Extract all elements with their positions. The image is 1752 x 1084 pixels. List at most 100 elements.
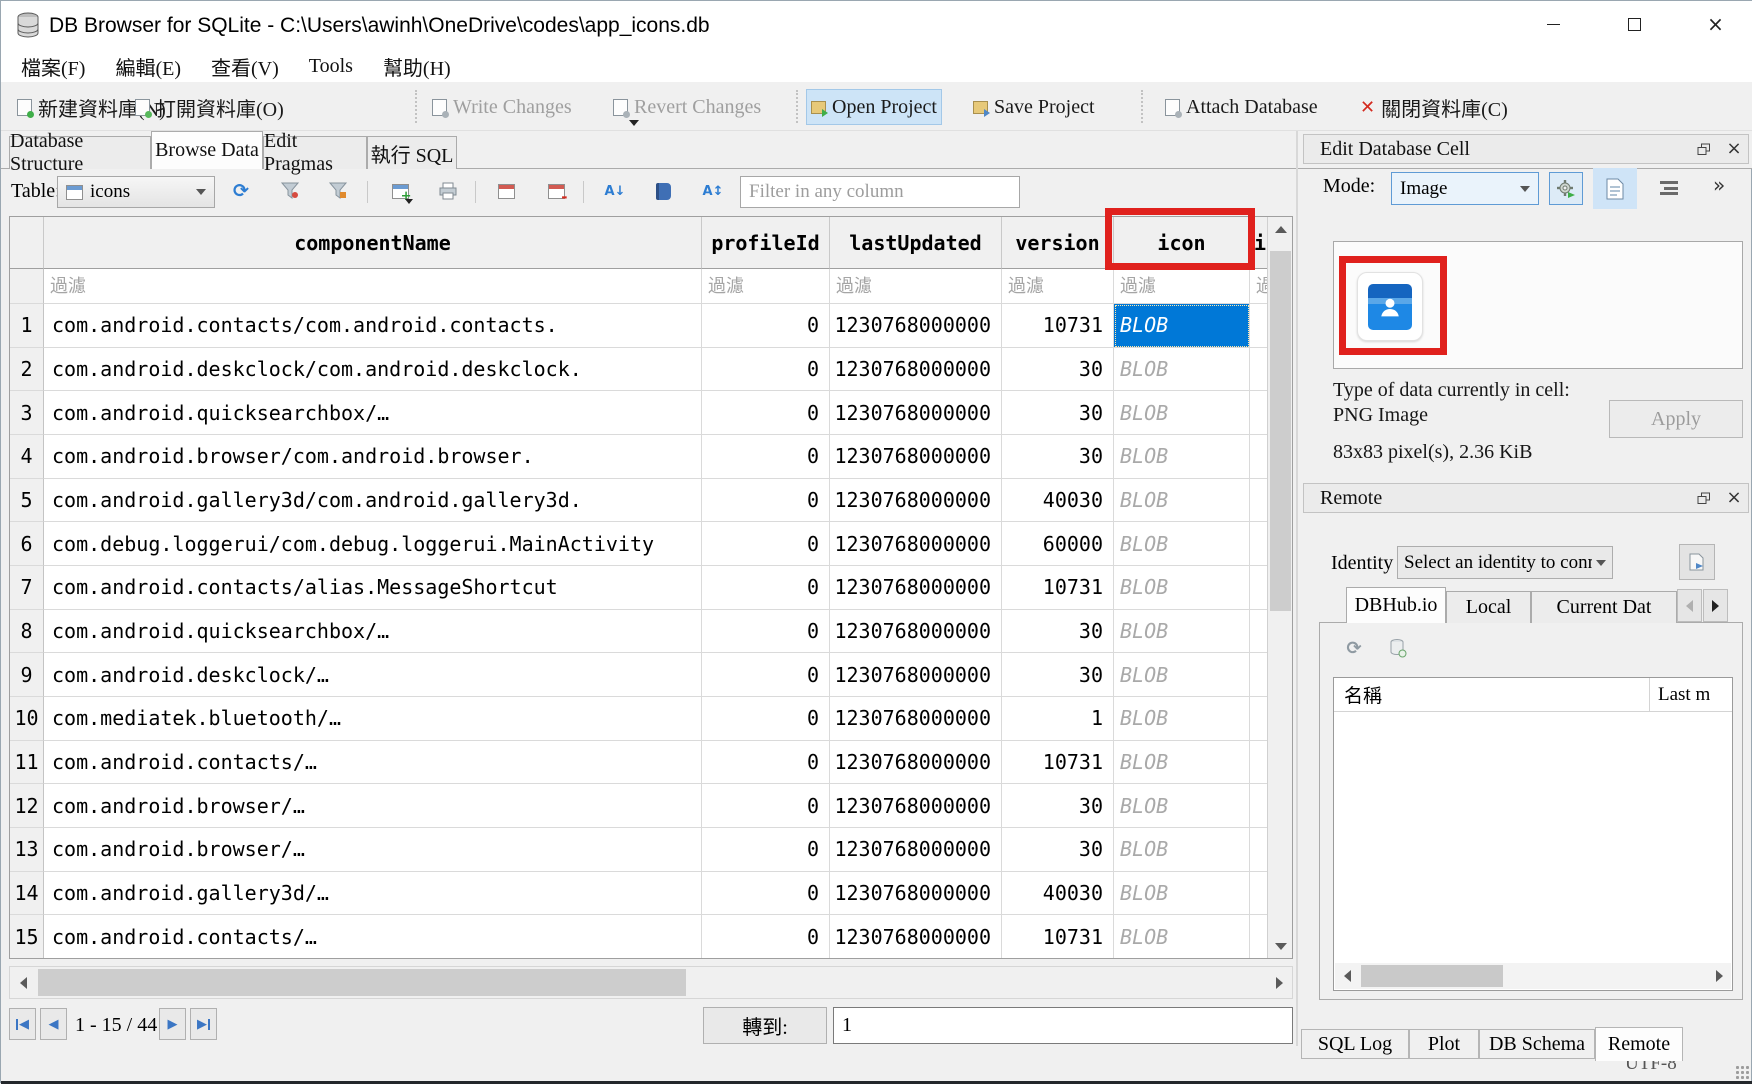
scroll-down-button[interactable] (1268, 934, 1293, 958)
cell-partial[interactable] (1250, 566, 1268, 610)
row-number[interactable]: 3 (10, 391, 44, 435)
close-button[interactable]: × (1692, 1, 1739, 47)
sort-descending-button[interactable]: A↕ (702, 179, 724, 203)
cell-partial[interactable] (1250, 391, 1268, 435)
cell-lastUpdated[interactable]: 1230768000000 (830, 741, 1002, 785)
cell-partial[interactable] (1250, 348, 1268, 392)
goto-record-input[interactable] (833, 1007, 1293, 1044)
import-data-button[interactable] (1549, 172, 1583, 205)
duplicate-record-button[interactable] (495, 179, 517, 203)
cell-version[interactable]: 30 (1002, 348, 1114, 392)
cell-componentName[interactable]: com.android.browser/com.android.browser. (44, 435, 702, 479)
open-database-button[interactable]: 打開資料庫(O) (131, 89, 288, 125)
remote-close-button[interactable]: × (1723, 487, 1745, 509)
scroll-right-button[interactable] (1707, 963, 1731, 989)
row-number[interactable]: 2 (10, 348, 44, 392)
cell-lastUpdated[interactable]: 1230768000000 (830, 697, 1002, 741)
column-header-lastUpdated[interactable]: lastUpdated (830, 217, 1002, 269)
cell-lastUpdated[interactable]: 1230768000000 (830, 391, 1002, 435)
tab-database-structure[interactable]: Database Structure (9, 136, 151, 169)
cell-icon[interactable]: BLOB (1114, 391, 1250, 435)
cell-lastUpdated[interactable]: 1230768000000 (830, 610, 1002, 654)
panel-overflow-button[interactable]: » (1713, 173, 1725, 197)
save-project-button[interactable]: Save Project (969, 89, 1099, 125)
table-row[interactable]: 10com.mediatek.bluetooth/…01230768000000… (10, 697, 1268, 741)
cell-version[interactable]: 30 (1002, 653, 1114, 697)
cell-componentName[interactable]: com.android.contacts/alias.MessageShortc… (44, 566, 702, 610)
column-header-version[interactable]: version (1002, 217, 1114, 269)
tab-scroll-left-button[interactable] (1677, 589, 1702, 622)
row-number[interactable]: 1 (10, 304, 44, 348)
cell-lastUpdated[interactable]: 1230768000000 (830, 304, 1002, 348)
save-filter-button[interactable] (327, 179, 349, 203)
dock-tab-db-schema[interactable]: DB Schema (1479, 1029, 1595, 1059)
maximize-button[interactable] (1611, 1, 1658, 47)
row-number[interactable]: 6 (10, 522, 44, 566)
cell-lastUpdated[interactable]: 1230768000000 (830, 435, 1002, 479)
cell-version[interactable]: 40030 (1002, 872, 1114, 916)
cell-profileId[interactable]: 0 (702, 479, 830, 523)
tab-browse-data[interactable]: Browse Data (151, 131, 263, 169)
tab-scroll-right-button[interactable] (1703, 589, 1728, 622)
cell-version[interactable]: 40030 (1002, 479, 1114, 523)
cell-partial[interactable] (1250, 784, 1268, 828)
clone-database-button[interactable] (1387, 637, 1409, 659)
cell-partial[interactable] (1250, 872, 1268, 916)
cell-version[interactable]: 1 (1002, 697, 1114, 741)
tab-edit-pragmas[interactable]: Edit Pragmas (263, 136, 367, 169)
cell-profileId[interactable]: 0 (702, 348, 830, 392)
cell-icon[interactable]: BLOB (1114, 522, 1250, 566)
row-number[interactable]: 5 (10, 479, 44, 523)
cell-icon[interactable]: BLOB (1114, 872, 1250, 916)
row-number[interactable]: 14 (10, 872, 44, 916)
filter-input-version[interactable] (1002, 269, 1113, 303)
cell-version[interactable]: 10731 (1002, 304, 1114, 348)
cell-icon[interactable]: BLOB (1114, 828, 1250, 872)
next-record-button[interactable]: ▶ (159, 1008, 186, 1040)
filter-input-lastUpdated[interactable] (830, 269, 1001, 303)
table-row[interactable]: 7com.android.contacts/alias.MessageShort… (10, 566, 1268, 610)
cell-lastUpdated[interactable]: 1230768000000 (830, 522, 1002, 566)
refresh-button[interactable]: ⟳ (230, 179, 252, 203)
cell-icon[interactable]: BLOB (1114, 741, 1250, 785)
cell-componentName[interactable]: com.android.gallery3d/com.android.galler… (44, 479, 702, 523)
cell-profileId[interactable]: 0 (702, 304, 830, 348)
cell-version[interactable]: 30 (1002, 610, 1114, 654)
table-row[interactable]: 5com.android.gallery3d/com.android.galle… (10, 479, 1268, 523)
row-number[interactable]: 8 (10, 610, 44, 654)
table-row[interactable]: 6com.debug.loggerui/com.debug.loggerui.M… (10, 522, 1268, 566)
cell-icon[interactable]: BLOB (1114, 566, 1250, 610)
cell-componentName[interactable]: com.android.quicksearchbox/… (44, 391, 702, 435)
apply-button[interactable]: Apply (1609, 400, 1743, 438)
row-number[interactable]: 15 (10, 915, 44, 958)
menu-edit[interactable]: 編輯(E) (103, 50, 193, 83)
cell-version[interactable]: 30 (1002, 828, 1114, 872)
previous-record-button[interactable]: ◀ (40, 1008, 67, 1040)
remote-tab-local[interactable]: Local (1446, 591, 1531, 623)
table-row[interactable]: 13com.android.browser/…0123076800000030B… (10, 828, 1268, 872)
delete-record-button[interactable]: - (545, 179, 567, 203)
cell-profileId[interactable]: 0 (702, 697, 830, 741)
column-header-componentName[interactable]: componentName (44, 217, 702, 269)
cell-componentName[interactable]: com.android.deskclock/com.android.deskcl… (44, 348, 702, 392)
remote-tab-current-database[interactable]: Current Dat (1531, 591, 1677, 623)
last-modified-column-header[interactable]: Last m (1650, 684, 1710, 706)
cell-icon[interactable]: BLOB (1114, 784, 1250, 828)
cell-profileId[interactable]: 0 (702, 872, 830, 916)
column-header-profileId[interactable]: profileId (702, 217, 830, 269)
import-certificate-button[interactable] (1679, 544, 1715, 580)
cell-icon[interactable]: BLOB (1114, 610, 1250, 654)
filter-input-icon[interactable] (1114, 269, 1249, 303)
table-row[interactable]: 15com.android.contacts/…0123076800000010… (10, 915, 1268, 958)
cell-componentName[interactable]: com.android.browser/… (44, 784, 702, 828)
cell-partial[interactable] (1250, 522, 1268, 566)
minimize-button[interactable] (1530, 1, 1577, 47)
dock-tab-remote[interactable]: Remote (1595, 1027, 1683, 1061)
cell-componentName[interactable]: com.android.browser/… (44, 828, 702, 872)
cell-lastUpdated[interactable]: 1230768000000 (830, 653, 1002, 697)
remote-horizontal-scrollbar[interactable] (1335, 963, 1731, 989)
cell-version[interactable]: 10731 (1002, 915, 1114, 958)
cell-componentName[interactable]: com.debug.loggerui/com.debug.loggerui.Ma… (44, 522, 702, 566)
name-column-header[interactable]: 名稱 (1334, 678, 1650, 711)
remote-float-button[interactable] (1693, 487, 1715, 509)
